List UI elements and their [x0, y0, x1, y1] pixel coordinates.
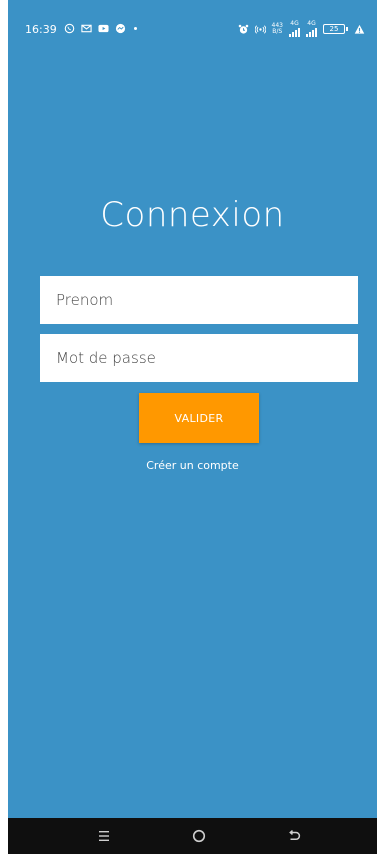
system-icons: 443 B/S 4G 4G 25	[238, 21, 365, 37]
whatsapp-icon	[64, 23, 75, 34]
battery-level: 25	[323, 24, 345, 34]
signal-2-icon	[306, 27, 317, 37]
page-title: Connexion	[100, 195, 285, 235]
home-button[interactable]	[189, 826, 209, 846]
data-speed-unit: B/S	[272, 28, 283, 35]
recent-apps-button[interactable]	[94, 826, 114, 846]
network-2-indicator: 4G	[306, 21, 317, 37]
notification-icons	[64, 23, 137, 34]
submit-button[interactable]: VALIDER	[139, 393, 259, 443]
data-speed: 443 B/S	[272, 23, 283, 35]
login-screen: 16:39 443 B/S 4G 4G 25 Connexion Prenom …	[8, 0, 377, 854]
battery-icon: 25	[323, 24, 348, 34]
status-bar: 16:39 443 B/S 4G 4G 25	[8, 0, 377, 52]
gmail-icon	[81, 23, 92, 34]
create-account-link[interactable]: Créer un compte	[8, 459, 377, 472]
first-name-input[interactable]	[40, 276, 358, 324]
more-notifications-dot	[134, 27, 137, 30]
network-1-indicator: 4G	[289, 21, 300, 37]
status-time: 16:39	[25, 23, 57, 36]
alarm-icon	[238, 24, 249, 35]
menu-icon	[99, 831, 109, 841]
password-input[interactable]	[40, 334, 358, 382]
back-arrow-icon	[289, 830, 301, 841]
warning-icon	[354, 24, 365, 35]
youtube-icon	[98, 23, 109, 34]
signal-1-icon	[289, 27, 300, 37]
hotspot-icon	[254, 24, 266, 35]
navigation-bar	[8, 818, 377, 854]
battery-tip	[346, 27, 348, 31]
circle-icon	[192, 829, 206, 843]
messenger-icon	[115, 23, 126, 34]
back-button[interactable]	[284, 826, 304, 846]
